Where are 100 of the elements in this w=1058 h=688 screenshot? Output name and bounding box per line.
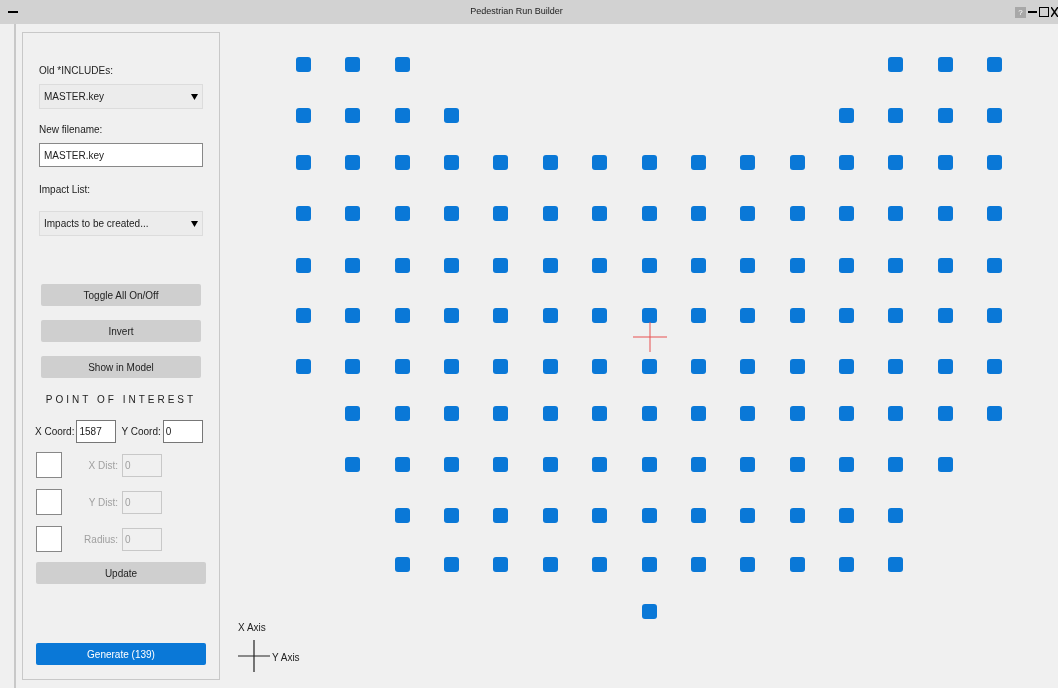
impact-point[interactable]	[838, 205, 854, 221]
impact-point[interactable]	[937, 205, 953, 221]
impact-point[interactable]	[592, 405, 608, 421]
impact-point[interactable]	[987, 56, 1003, 72]
impact-point[interactable]	[987, 257, 1003, 273]
impact-point[interactable]	[740, 257, 756, 273]
impact-point[interactable]	[888, 556, 904, 572]
impact-point[interactable]	[987, 307, 1003, 323]
impact-point[interactable]	[542, 507, 558, 523]
impact-point[interactable]	[641, 507, 657, 523]
impact-point[interactable]	[444, 154, 460, 170]
impact-point[interactable]	[937, 405, 953, 421]
impact-point[interactable]	[888, 56, 904, 72]
impact-point[interactable]	[789, 307, 805, 323]
impact-point[interactable]	[296, 307, 311, 323]
impact-point[interactable]	[789, 358, 805, 374]
impact-point[interactable]	[444, 257, 460, 273]
impact-point[interactable]	[838, 154, 854, 170]
impact-point[interactable]	[296, 107, 311, 123]
impact-point[interactable]	[740, 456, 756, 472]
impact-point[interactable]	[493, 205, 509, 221]
update-button[interactable]: Update	[36, 562, 206, 584]
impact-point[interactable]	[444, 107, 460, 123]
impact-point[interactable]	[838, 556, 854, 572]
impact-point[interactable]	[542, 205, 558, 221]
impact-point[interactable]	[740, 405, 756, 421]
impact-point[interactable]	[641, 603, 657, 619]
impact-point[interactable]	[394, 358, 410, 374]
impact-point[interactable]	[937, 56, 953, 72]
impact-point[interactable]	[888, 205, 904, 221]
close-icon[interactable]	[1051, 7, 1058, 17]
impact-point[interactable]	[641, 405, 657, 421]
action-button[interactable]: Invert	[41, 320, 201, 342]
impact-point[interactable]	[394, 556, 410, 572]
impact-point[interactable]	[789, 405, 805, 421]
impact-point[interactable]	[296, 358, 311, 374]
impact-point[interactable]	[937, 154, 953, 170]
impact-point[interactable]	[493, 358, 509, 374]
impact-point[interactable]	[690, 405, 706, 421]
impact-point[interactable]	[592, 556, 608, 572]
generate-button[interactable]: Generate (139)	[36, 643, 206, 665]
impact-point[interactable]	[444, 205, 460, 221]
impact-point[interactable]	[641, 456, 657, 472]
impact-point[interactable]	[838, 507, 854, 523]
impact-point[interactable]	[690, 556, 706, 572]
impact-point[interactable]	[888, 358, 904, 374]
impact-point[interactable]	[394, 154, 410, 170]
impact-point[interactable]	[493, 507, 509, 523]
impact-point[interactable]	[493, 556, 509, 572]
impact-point[interactable]	[690, 507, 706, 523]
impact-point[interactable]	[888, 257, 904, 273]
action-button[interactable]: Toggle All On/Off	[41, 284, 201, 306]
filename-field[interactable]: MASTER.key	[39, 143, 203, 167]
impact-point[interactable]	[592, 456, 608, 472]
impact-point[interactable]	[444, 507, 460, 523]
impact-point[interactable]	[740, 358, 756, 374]
impact-point[interactable]	[888, 307, 904, 323]
impact-point[interactable]	[493, 154, 509, 170]
impact-point[interactable]	[789, 456, 805, 472]
impact-point[interactable]	[740, 307, 756, 323]
maximize-icon[interactable]	[1039, 7, 1049, 17]
impact-point[interactable]	[690, 205, 706, 221]
impact-point[interactable]	[690, 257, 706, 273]
impact-point[interactable]	[592, 507, 608, 523]
impact-point[interactable]	[345, 358, 361, 374]
impact-point[interactable]	[394, 405, 410, 421]
impact-point[interactable]	[789, 556, 805, 572]
impact-point[interactable]	[493, 456, 509, 472]
impact-point[interactable]	[444, 456, 460, 472]
y-coord-field[interactable]: 0	[162, 420, 203, 443]
impact-point[interactable]	[838, 405, 854, 421]
impact-point[interactable]	[345, 257, 361, 273]
impact-point[interactable]	[641, 556, 657, 572]
impact-point[interactable]	[641, 154, 657, 170]
impact-point[interactable]	[937, 307, 953, 323]
impact-point[interactable]	[296, 205, 311, 221]
impact-point[interactable]	[888, 507, 904, 523]
impact-point[interactable]	[740, 507, 756, 523]
impact-point[interactable]	[592, 205, 608, 221]
impact-point[interactable]	[296, 56, 311, 72]
impact-point[interactable]	[592, 307, 608, 323]
impact-point[interactable]	[542, 257, 558, 273]
impact-point[interactable]	[444, 307, 460, 323]
impact-point[interactable]	[345, 307, 361, 323]
x-coord-field[interactable]: 1587	[76, 420, 117, 443]
impact-point[interactable]	[394, 507, 410, 523]
impact-point[interactable]	[937, 107, 953, 123]
impact-point[interactable]	[444, 358, 460, 374]
impact-point[interactable]	[789, 507, 805, 523]
impact-point[interactable]	[592, 358, 608, 374]
impact-point[interactable]	[641, 257, 657, 273]
impact-point[interactable]	[740, 556, 756, 572]
action-button[interactable]: Show in Model	[41, 356, 201, 378]
impact-point[interactable]	[493, 307, 509, 323]
impact-point[interactable]	[542, 154, 558, 170]
impact-point[interactable]	[838, 257, 854, 273]
impact-point[interactable]	[493, 257, 509, 273]
impact-point[interactable]	[789, 257, 805, 273]
impact-point[interactable]	[592, 257, 608, 273]
impact-point[interactable]	[345, 456, 361, 472]
